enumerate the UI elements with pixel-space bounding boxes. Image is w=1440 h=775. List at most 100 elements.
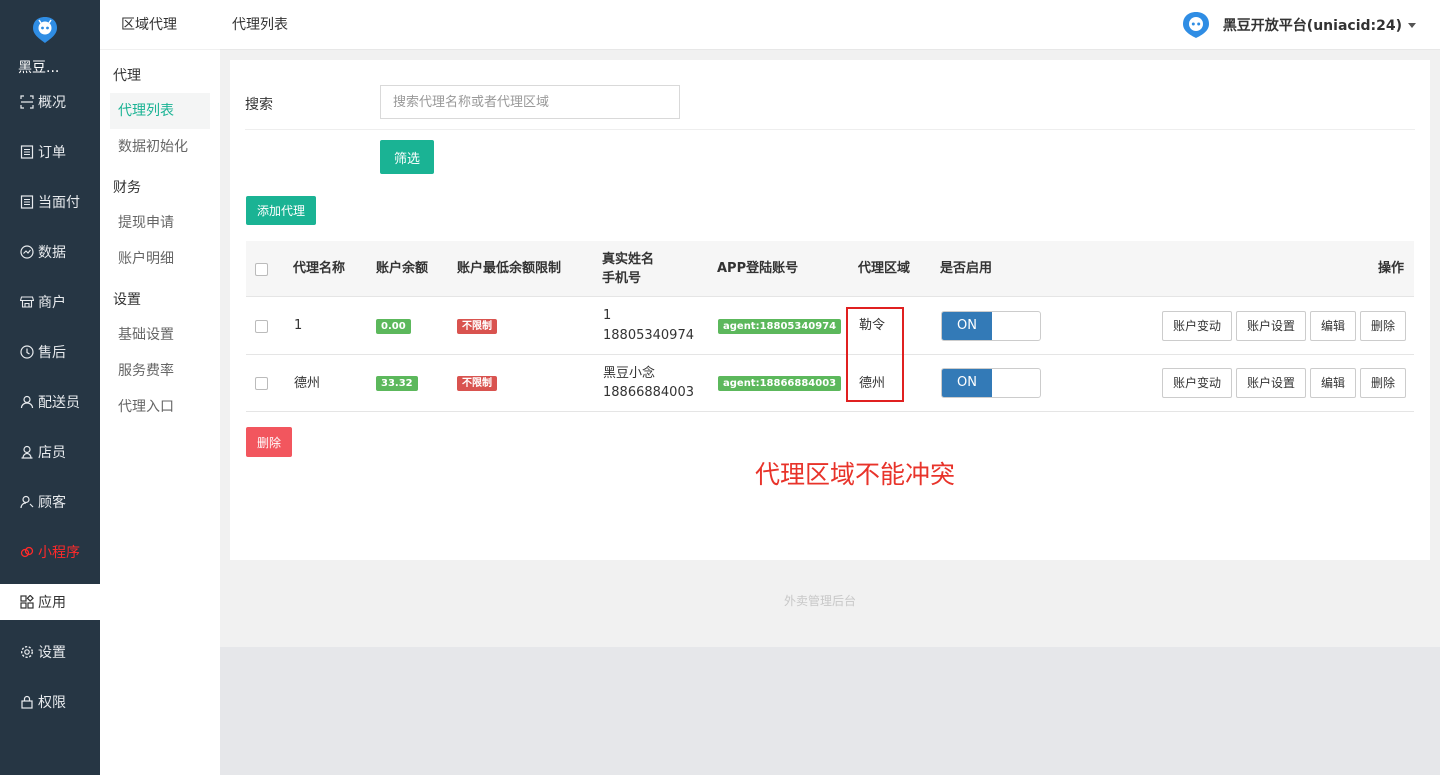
enabled-toggle[interactable]: ON <box>941 368 1041 398</box>
sidebar-item-label: 商户 <box>38 295 66 311</box>
delete-button[interactable]: 删除 <box>1360 368 1406 398</box>
account-settings-button[interactable]: 账户设置 <box>1236 368 1306 398</box>
toggle-on-label: ON <box>942 312 992 340</box>
app-account-badge: agent:18866884003 <box>718 376 842 391</box>
group-finance: 财务 <box>113 180 141 196</box>
filter-button[interactable]: 筛选 <box>380 140 434 174</box>
account-settings-button[interactable]: 账户设置 <box>1236 311 1306 341</box>
clerk-icon <box>19 445 34 460</box>
order-icon <box>19 145 34 160</box>
subnav-data-init[interactable]: 数据初始化 <box>110 129 210 165</box>
sidebar-item-label: 设置 <box>38 645 66 661</box>
group-settings: 设置 <box>113 292 141 308</box>
account-change-button[interactable]: 账户变动 <box>1162 311 1232 341</box>
sidebar-item-label: 配送员 <box>38 395 80 411</box>
row-divider <box>246 354 1414 355</box>
subnav-service-rate[interactable]: 服务费率 <box>110 353 210 389</box>
balance-badge: 0.00 <box>376 319 411 334</box>
sidebar-brand: 黑豆... <box>18 60 60 76</box>
subnav-account-detail[interactable]: 账户明细 <box>110 241 210 277</box>
sidebar-item-order[interactable]: 订单 <box>0 134 100 170</box>
col-actions: 操作 <box>1378 261 1405 276</box>
sidebar-item-shop[interactable]: 商户 <box>0 284 100 320</box>
col-balance: 账户余额 <box>376 261 429 276</box>
select-all-checkbox[interactable] <box>255 263 268 276</box>
main-sidebar: 黑豆... 概况 订单 当面付 数据 商户 售后 配送员 店员 顾客 小程序 应… <box>0 0 100 775</box>
phone-number: 18866884003 <box>603 385 694 400</box>
shop-icon <box>19 295 34 310</box>
search-label: 搜索 <box>245 97 273 113</box>
row-checkbox[interactable] <box>255 320 268 333</box>
region-highlight-box <box>846 307 904 402</box>
annotation-text: 代理区域不能冲突 <box>755 460 956 489</box>
pay-icon <box>19 195 34 210</box>
sidebar-item-label: 顾客 <box>38 495 66 511</box>
lock-icon <box>19 695 34 710</box>
agent-name: 1 <box>294 318 303 333</box>
agent-name: 德州 <box>294 376 321 391</box>
courier-icon <box>19 395 34 410</box>
sidebar-item-label: 应用 <box>38 595 66 611</box>
sidebar-item-data[interactable]: 数据 <box>0 234 100 270</box>
platform-logo-icon <box>1182 12 1209 38</box>
sidebar-item-pay[interactable]: 当面付 <box>0 184 100 220</box>
sidebar-item-label: 小程序 <box>38 545 80 561</box>
sidebar-item-aftersale[interactable]: 售后 <box>0 334 100 370</box>
sidebar-item-label: 概况 <box>38 95 66 111</box>
col-app-account: APP登陆账号 <box>717 261 799 276</box>
col-name: 代理名称 <box>293 261 346 276</box>
customer-icon <box>19 495 34 510</box>
subnav-agent-entry[interactable]: 代理入口 <box>110 389 210 425</box>
add-agent-button[interactable]: 添加代理 <box>246 196 316 225</box>
sidebar-item-label: 权限 <box>38 695 66 711</box>
subnav-basic-settings[interactable]: 基础设置 <box>110 317 210 353</box>
sidebar-item-overview[interactable]: 概况 <box>0 84 100 120</box>
footer-text: 外卖管理后台 <box>783 594 856 608</box>
sidebar-item-courier[interactable]: 配送员 <box>0 384 100 420</box>
chevron-down-icon <box>1408 22 1416 28</box>
divider <box>245 129 1415 130</box>
row-divider <box>246 411 1414 412</box>
col-phone: 手机号 <box>602 271 642 286</box>
app-account-badge: agent:18805340974 <box>718 319 842 334</box>
sidebar-item-apps[interactable]: 应用 <box>0 584 100 620</box>
brand-logo-icon[interactable] <box>32 16 58 44</box>
platform-name: 黑豆开放平台(uniacid:24) <box>1222 18 1402 34</box>
col-min-limit: 账户最低余额限制 <box>457 261 562 276</box>
sidebar-item-miniapp[interactable]: 小程序 <box>0 534 100 570</box>
phone-number: 18805340974 <box>603 328 694 343</box>
real-name: 1 <box>603 308 612 323</box>
subnav-withdraw[interactable]: 提现申请 <box>110 205 210 241</box>
delete-button[interactable]: 删除 <box>1360 311 1406 341</box>
sidebar-item-customer[interactable]: 顾客 <box>0 484 100 520</box>
real-name: 黑豆小念 <box>603 366 656 381</box>
col-realname: 真实姓名 <box>602 252 655 267</box>
subnav-agent-list[interactable]: 代理列表 <box>110 93 210 129</box>
sidebar-item-label: 订单 <box>38 145 66 161</box>
sub-sidebar-title: 区域代理 <box>100 0 220 50</box>
sidebar-item-label: 数据 <box>38 245 66 261</box>
balance-badge: 33.32 <box>376 376 418 391</box>
breadcrumb: 代理列表 <box>232 17 288 33</box>
overview-icon <box>19 95 34 110</box>
group-agent: 代理 <box>113 68 141 84</box>
sidebar-item-permission[interactable]: 权限 <box>0 684 100 720</box>
limit-badge: 不限制 <box>457 376 497 391</box>
row-checkbox[interactable] <box>255 377 268 390</box>
bulk-delete-button[interactable]: 删除 <box>246 427 292 457</box>
edit-button[interactable]: 编辑 <box>1310 368 1356 398</box>
search-input[interactable] <box>380 85 680 119</box>
aftersale-icon <box>19 345 34 360</box>
col-region: 代理区域 <box>858 261 911 276</box>
edit-button[interactable]: 编辑 <box>1310 311 1356 341</box>
sidebar-item-clerk[interactable]: 店员 <box>0 434 100 470</box>
sidebar-item-label: 售后 <box>38 345 66 361</box>
account-change-button[interactable]: 账户变动 <box>1162 368 1232 398</box>
platform-dropdown[interactable]: 黑豆开放平台(uniacid:24) <box>1182 11 1416 39</box>
sidebar-item-settings[interactable]: 设置 <box>0 634 100 670</box>
gear-icon <box>19 645 34 660</box>
enabled-toggle[interactable]: ON <box>941 311 1041 341</box>
top-bar: 代理列表 黑豆开放平台(uniacid:24) <box>220 0 1440 50</box>
sidebar-item-label: 当面付 <box>38 195 80 211</box>
col-enabled: 是否启用 <box>940 261 993 276</box>
